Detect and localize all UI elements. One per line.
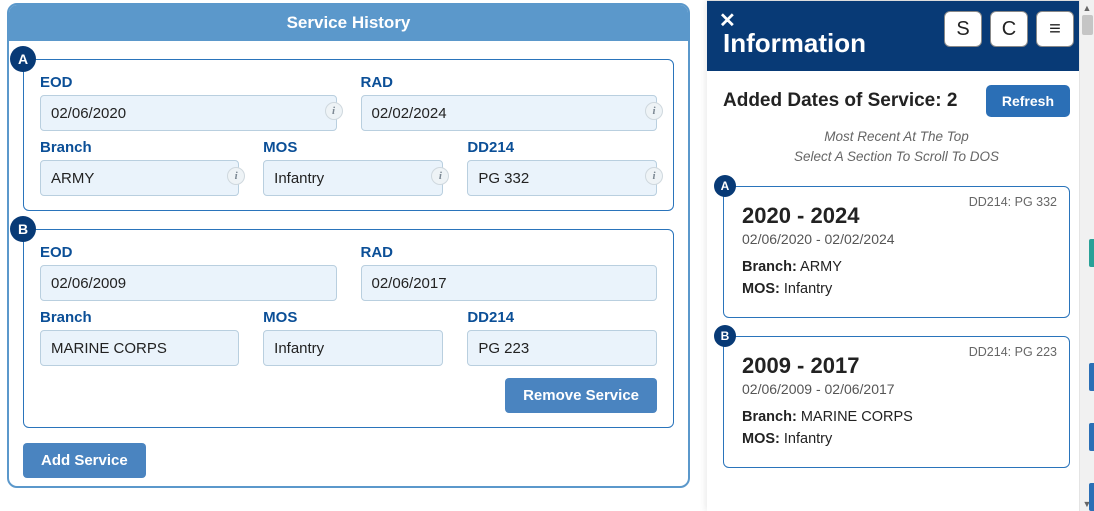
dd214-tag: DD214: PG 223: [969, 345, 1057, 359]
service-section-a: AEODiRADiBranchiMOSiDD214i: [23, 59, 674, 211]
summary-prefix: Added Dates of Service:: [723, 90, 947, 111]
mos-input[interactable]: [263, 330, 443, 366]
c-button[interactable]: C: [990, 11, 1028, 47]
dos-mos: MOS: Infantry: [742, 281, 1051, 297]
dd214-label: DD214: [467, 309, 657, 326]
dd214-tag: DD214: PG 332: [969, 195, 1057, 209]
dd214-input[interactable]: [467, 160, 657, 196]
service-history-card: Service History AEODiRADiBranchiMOSiDD21…: [7, 3, 690, 488]
accent-tab: [1089, 363, 1094, 391]
accent-tab: [1089, 423, 1094, 451]
mos-input[interactable]: [263, 160, 443, 196]
rad-label: RAD: [361, 244, 658, 261]
refresh-button[interactable]: Refresh: [986, 85, 1070, 117]
dos-badge: B: [714, 325, 736, 347]
eod-label: EOD: [40, 74, 337, 91]
eod-label: EOD: [40, 244, 337, 261]
dos-branch: Branch: ARMY: [742, 259, 1051, 275]
rad-input[interactable]: [361, 95, 658, 131]
remove-service-button[interactable]: Remove Service: [505, 378, 657, 413]
mos-label: MOS: [263, 139, 443, 156]
branch-input[interactable]: [40, 330, 239, 366]
info-icon[interactable]: i: [227, 167, 245, 185]
info-icon[interactable]: i: [645, 102, 663, 120]
menu-button[interactable]: ≡: [1036, 11, 1074, 47]
dos-dates: 02/06/2020 - 02/02/2024: [742, 231, 1051, 247]
accent-tab: [1089, 239, 1094, 267]
info-title: Information: [723, 28, 866, 59]
section-badge: A: [10, 46, 36, 72]
accent-tab: [1089, 483, 1094, 511]
dos-mos: MOS: Infantry: [742, 431, 1051, 447]
info-icon[interactable]: i: [645, 167, 663, 185]
information-panel: ✕ Information S C ≡ Added Dates of Servi…: [707, 0, 1086, 511]
section-badge: B: [10, 216, 36, 242]
info-icon[interactable]: i: [325, 102, 343, 120]
add-service-button[interactable]: Add Service: [23, 443, 146, 478]
service-history-panel: Service History AEODiRADiBranchiMOSiDD21…: [0, 0, 697, 511]
info-header: ✕ Information S C ≡: [707, 1, 1086, 71]
branch-label: Branch: [40, 309, 239, 326]
dos-badge: A: [714, 175, 736, 197]
scroll-thumb[interactable]: [1082, 15, 1093, 35]
close-icon[interactable]: ✕: [719, 11, 736, 31]
dos-branch: Branch: MARINE CORPS: [742, 409, 1051, 425]
dd214-label: DD214: [467, 139, 657, 156]
eod-input[interactable]: [40, 95, 337, 131]
dos-dates: 02/06/2009 - 02/06/2017: [742, 381, 1051, 397]
hint-line-1: Most Recent At The Top: [723, 127, 1070, 147]
service-section-b: BEODRADBranchMOSDD214Remove Service: [23, 229, 674, 428]
rad-input[interactable]: [361, 265, 658, 301]
rad-label: RAD: [361, 74, 658, 91]
hint-line-2: Select A Section To Scroll To DOS: [723, 147, 1070, 167]
summary-label: Added Dates of Service: 2: [723, 90, 957, 112]
s-button[interactable]: S: [944, 11, 982, 47]
panel-title: Service History: [9, 5, 688, 41]
dd214-input[interactable]: [467, 330, 657, 366]
branch-label: Branch: [40, 139, 239, 156]
eod-input[interactable]: [40, 265, 337, 301]
dos-card-a[interactable]: ADD214: PG 3322020 - 202402/06/2020 - 02…: [723, 186, 1070, 318]
dos-card-b[interactable]: BDD214: PG 2232009 - 201702/06/2009 - 02…: [723, 336, 1070, 468]
scroll-up-icon[interactable]: ▲: [1080, 0, 1094, 15]
mos-label: MOS: [263, 309, 443, 326]
summary-count: 2: [947, 90, 958, 111]
info-icon[interactable]: i: [431, 167, 449, 185]
branch-input[interactable]: [40, 160, 239, 196]
